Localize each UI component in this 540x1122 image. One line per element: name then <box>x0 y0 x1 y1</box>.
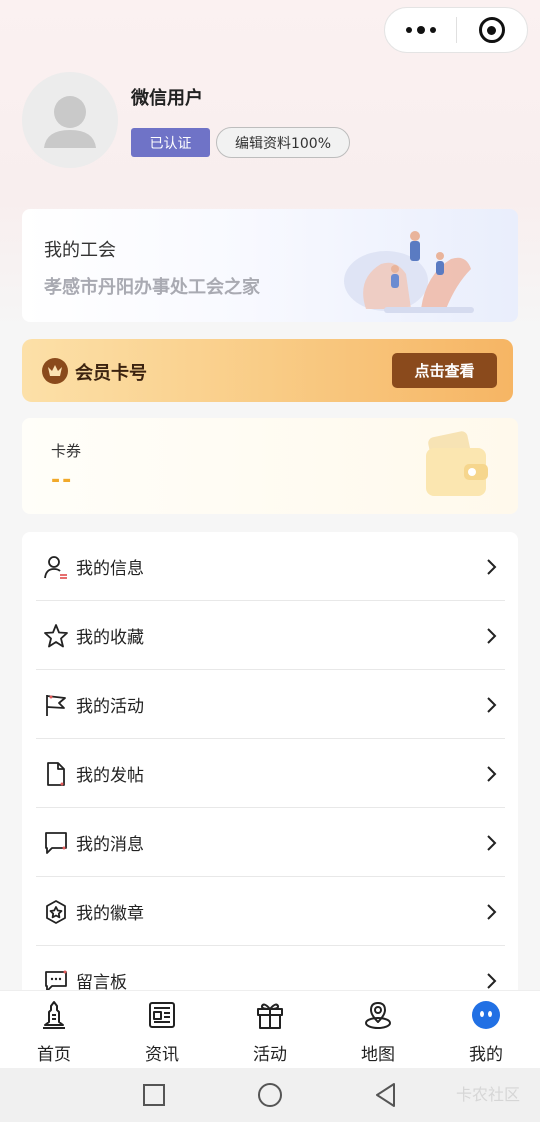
more-dots-icon[interactable] <box>385 8 456 52</box>
tab-mine[interactable]: 我的 <box>432 991 540 1069</box>
crown-icon <box>42 358 68 384</box>
chevron-right-icon <box>487 972 497 989</box>
back-triangle-icon[interactable] <box>328 1068 444 1122</box>
flag-icon <box>40 689 72 721</box>
chevron-right-icon <box>487 627 497 644</box>
menu-item-label: 我的消息 <box>76 835 144 855</box>
message-icon <box>40 827 72 859</box>
home-circle-icon[interactable] <box>212 1068 328 1122</box>
tab-label: 我的 <box>469 1045 503 1065</box>
menu-item-label: 我的收藏 <box>76 628 144 648</box>
user-info-icon <box>40 551 72 583</box>
tab-activities[interactable]: 活动 <box>216 991 324 1069</box>
tab-news[interactable]: 资讯 <box>108 991 216 1069</box>
my-union-card[interactable]: 我的工会 孝感市丹阳办事处工会之家 <box>22 209 518 322</box>
news-icon <box>146 999 178 1031</box>
watermark: 卡农社区 <box>455 1085 520 1104</box>
tab-map[interactable]: 地图 <box>324 991 432 1069</box>
menu-item-my-badges[interactable]: 我的徽章 <box>36 877 505 946</box>
star-icon <box>40 620 72 652</box>
tab-label: 地图 <box>361 1045 395 1065</box>
coupon-value: -- <box>51 468 74 493</box>
menu-item-my-favorites[interactable]: 我的收藏 <box>36 601 505 670</box>
menu-item-label: 我的发帖 <box>76 766 144 786</box>
tab-label: 首页 <box>37 1045 71 1065</box>
target-circle-icon[interactable] <box>457 8 527 52</box>
chevron-right-icon <box>487 765 497 782</box>
profile-face-icon <box>470 999 502 1031</box>
tab-label: 资讯 <box>145 1045 179 1065</box>
bottom-tab-bar: 首页 资讯 活动 地图 我的 <box>0 990 540 1068</box>
vip-card-label: 会员卡号 <box>75 363 147 384</box>
tab-label: 活动 <box>253 1045 287 1065</box>
coupon-title: 卡券 <box>51 442 82 460</box>
gift-icon <box>254 999 286 1031</box>
menu-item-label: 我的活动 <box>76 697 144 717</box>
username: 微信用户 <box>131 88 203 109</box>
union-name: 孝感市丹阳办事处工会之家 <box>44 277 260 298</box>
chevron-right-icon <box>487 834 497 851</box>
mini-program-capsule <box>384 7 528 53</box>
tab-home[interactable]: 首页 <box>0 991 108 1069</box>
union-hands-illustration <box>344 231 474 313</box>
menu-item-label: 我的徽章 <box>76 904 144 924</box>
verified-badge: 已认证 <box>131 128 210 157</box>
badge-icon <box>40 896 72 928</box>
union-title: 我的工会 <box>44 240 116 261</box>
menu-item-label: 我的信息 <box>76 559 144 579</box>
wallet-icon <box>426 431 488 496</box>
document-icon <box>40 758 72 790</box>
menu-list: 我的信息 我的收藏 我的活动 我的发帖 我的消息 我的徽章 留言板 <box>22 532 518 1032</box>
chevron-right-icon <box>487 903 497 920</box>
chevron-right-icon <box>487 696 497 713</box>
menu-item-my-info[interactable]: 我的信息 <box>36 532 505 601</box>
map-pin-icon <box>362 999 394 1031</box>
avatar[interactable] <box>22 72 118 168</box>
recent-apps-icon[interactable] <box>96 1068 212 1122</box>
menu-item-my-messages[interactable]: 我的消息 <box>36 808 505 877</box>
home-tower-icon <box>38 999 70 1031</box>
default-avatar-icon <box>44 96 96 148</box>
vip-card-banner[interactable]: 会员卡号 点击查看 <box>22 339 513 402</box>
menu-item-my-posts[interactable]: 我的发帖 <box>36 739 505 808</box>
menu-item-my-activities[interactable]: 我的活动 <box>36 670 505 739</box>
coupon-card[interactable]: 卡券 -- <box>22 418 518 514</box>
chevron-right-icon <box>487 558 497 575</box>
edit-profile-button[interactable]: 编辑资料100% <box>216 127 350 158</box>
view-vip-card-button[interactable]: 点击查看 <box>392 353 497 388</box>
